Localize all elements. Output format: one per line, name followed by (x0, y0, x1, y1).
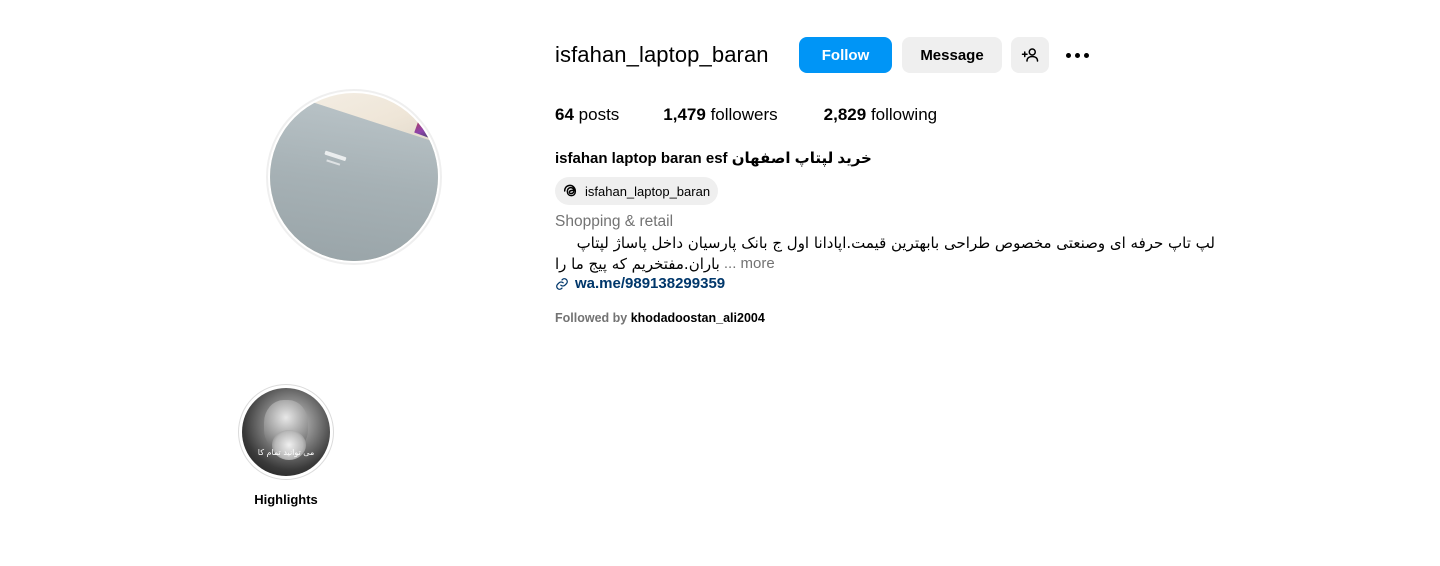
highlight-image: می توانید تمام کا (242, 388, 330, 476)
followers-count: 1,479 (663, 105, 706, 124)
followers-stat[interactable]: 1,479 followers (663, 105, 777, 125)
threads-icon (563, 184, 577, 197)
highlight-overlay-text: می توانید تمام کا (257, 448, 315, 457)
highlight-label: Highlights (254, 492, 318, 507)
more-options-icon (1064, 52, 1091, 58)
link-text: wa.me/989138299359 (575, 275, 726, 292)
posts-stat: 64 posts (555, 105, 619, 125)
background-object (414, 108, 438, 140)
avatar-image (270, 93, 438, 261)
laptop-photo (270, 93, 438, 261)
bio-line-2-row: باران.مفتخریم که پیج ما را ... more (555, 255, 775, 273)
laptop-logo-text (326, 159, 341, 166)
more-options-button[interactable] (1058, 37, 1096, 73)
threads-handle: isfahan_laptop_baran (585, 183, 711, 199)
following-count: 2,829 (823, 105, 867, 124)
follow-button[interactable]: Follow (799, 37, 892, 73)
profile-full-name: isfahan laptop baran esf خرید لپتاپ اصفه… (555, 150, 872, 167)
profile-username: isfahan_laptop_baran (555, 42, 769, 67)
following-label: following (870, 105, 938, 124)
posts-label: posts (578, 105, 620, 124)
threads-badge[interactable]: isfahan_laptop_baran (555, 177, 719, 205)
highlight-ring: می توانید تمام کا (238, 384, 334, 480)
suggest-users-button[interactable] (1011, 37, 1049, 73)
profile-avatar[interactable] (266, 89, 442, 265)
bio-more-button[interactable]: ... more (724, 255, 775, 273)
followers-label: followers (710, 105, 778, 124)
followed-by[interactable]: Followed by khodadoostan_ali2004 (555, 311, 765, 325)
following-stat[interactable]: 2,829 following (824, 105, 937, 125)
followed-by-account: khodadoostan_ali2004 (630, 311, 765, 325)
bio-line-1: لپ تاپ حرفه ای وصنعتی مخصوص طراحی بابهتر… (576, 234, 1215, 252)
followed-by-label: Followed by (555, 311, 628, 325)
story-highlight[interactable]: می توانید تمام کا Highlights (238, 384, 334, 507)
add-user-icon (1021, 48, 1039, 62)
posts-count: 64 (555, 105, 574, 124)
profile-category: Shopping & retail (555, 213, 674, 230)
link-icon (556, 277, 568, 290)
profile-link[interactable]: wa.me/989138299359 (555, 275, 725, 292)
message-button[interactable]: Message (902, 37, 1002, 73)
bio-line-2: باران.مفتخریم که پیج ما را (555, 255, 720, 273)
profile-stats: 64 posts 1,479 followers 2,829 following (555, 105, 937, 125)
